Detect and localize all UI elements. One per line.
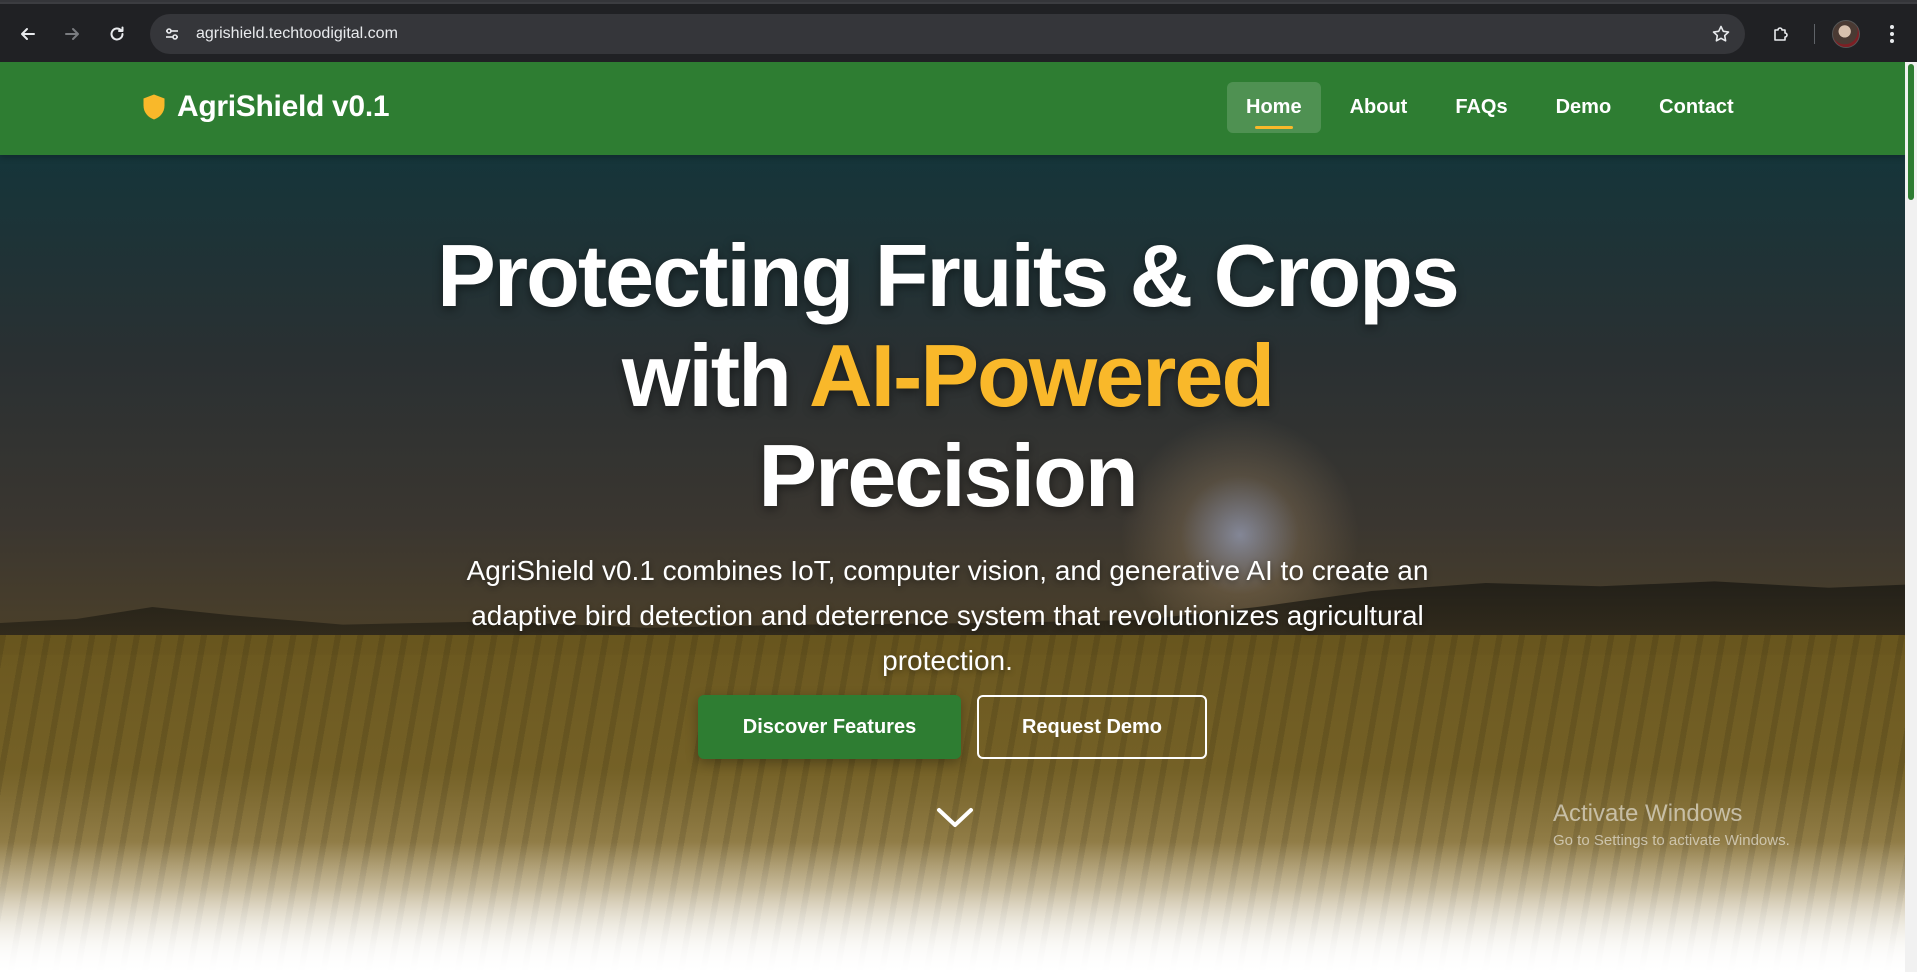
hero-title: Protecting Fruits & Crops with AI-Powere… [0,226,1895,526]
address-bar[interactable]: agrishield.techtoodigital.com [150,14,1745,54]
shield-icon [143,94,165,120]
watermark-title: Activate Windows [1553,800,1743,827]
nav-demo[interactable]: Demo [1537,82,1631,133]
hero-section: Protecting Fruits & Crops with AI-Powere… [0,155,1905,972]
hero-title-prefix: with [621,326,810,425]
hero-subtitle: AgriShield v0.1 combines IoT, computer v… [466,555,1429,676]
site-info-button[interactable] [158,20,186,48]
scrollbar-thumb[interactable] [1908,64,1914,200]
chevron-down-icon [937,808,973,827]
puzzle-icon [1774,27,1788,41]
reload-icon [110,26,124,41]
star-icon [1712,25,1730,42]
forward-button[interactable] [56,18,88,50]
browser-toolbar: agrishield.techtoodigital.com [0,0,1917,62]
hero-bottom-fade [0,842,1905,972]
nav-about[interactable]: About [1331,82,1427,133]
hero-title-accent: AI-Powered [809,326,1275,425]
page-viewport: AgriShield v0.1 Home About FAQs Demo Con… [0,62,1905,972]
reload-button[interactable] [101,18,133,50]
request-demo-button[interactable]: Request Demo [977,695,1207,759]
browser-menu-button[interactable] [1880,18,1904,50]
toolbar-divider [1814,24,1815,44]
back-button[interactable] [12,18,44,50]
hero-title-line-2: with AI-Powered [0,326,1895,426]
brand-logo[interactable]: AgriShield v0.1 [141,90,390,124]
nav-contact[interactable]: Contact [1640,82,1752,133]
tab-strip-edge [0,2,1917,4]
watermark-subtitle: Go to Settings to activate Windows. [1553,832,1790,849]
page-scrollbar[interactable] [1905,62,1917,972]
hero-title-line-3: Precision [758,426,1138,525]
nav-faqs[interactable]: FAQs [1436,82,1526,133]
brand-name: AgriShield v0.1 [177,90,390,123]
url-text[interactable]: agrishield.techtoodigital.com [196,25,398,43]
arrow-right-icon [65,28,79,40]
discover-features-button[interactable]: Discover Features [698,695,961,759]
windows-activation-watermark: Activate Windows Go to Settings to activ… [1553,800,1790,849]
more-vertical-icon [1890,25,1894,43]
tune-icon [166,28,178,40]
main-nav: Home About FAQs Demo Contact [1227,82,1763,133]
profile-avatar[interactable] [1832,20,1860,48]
nav-home[interactable]: Home [1227,82,1321,133]
bookmark-button[interactable] [1707,20,1735,48]
arrow-left-icon [21,28,35,40]
scroll-down-button[interactable] [935,803,975,833]
extensions-button[interactable] [1765,18,1797,50]
hero-title-line-1: Protecting Fruits & Crops [437,226,1460,325]
site-header: AgriShield v0.1 Home About FAQs Demo Con… [0,62,1905,155]
